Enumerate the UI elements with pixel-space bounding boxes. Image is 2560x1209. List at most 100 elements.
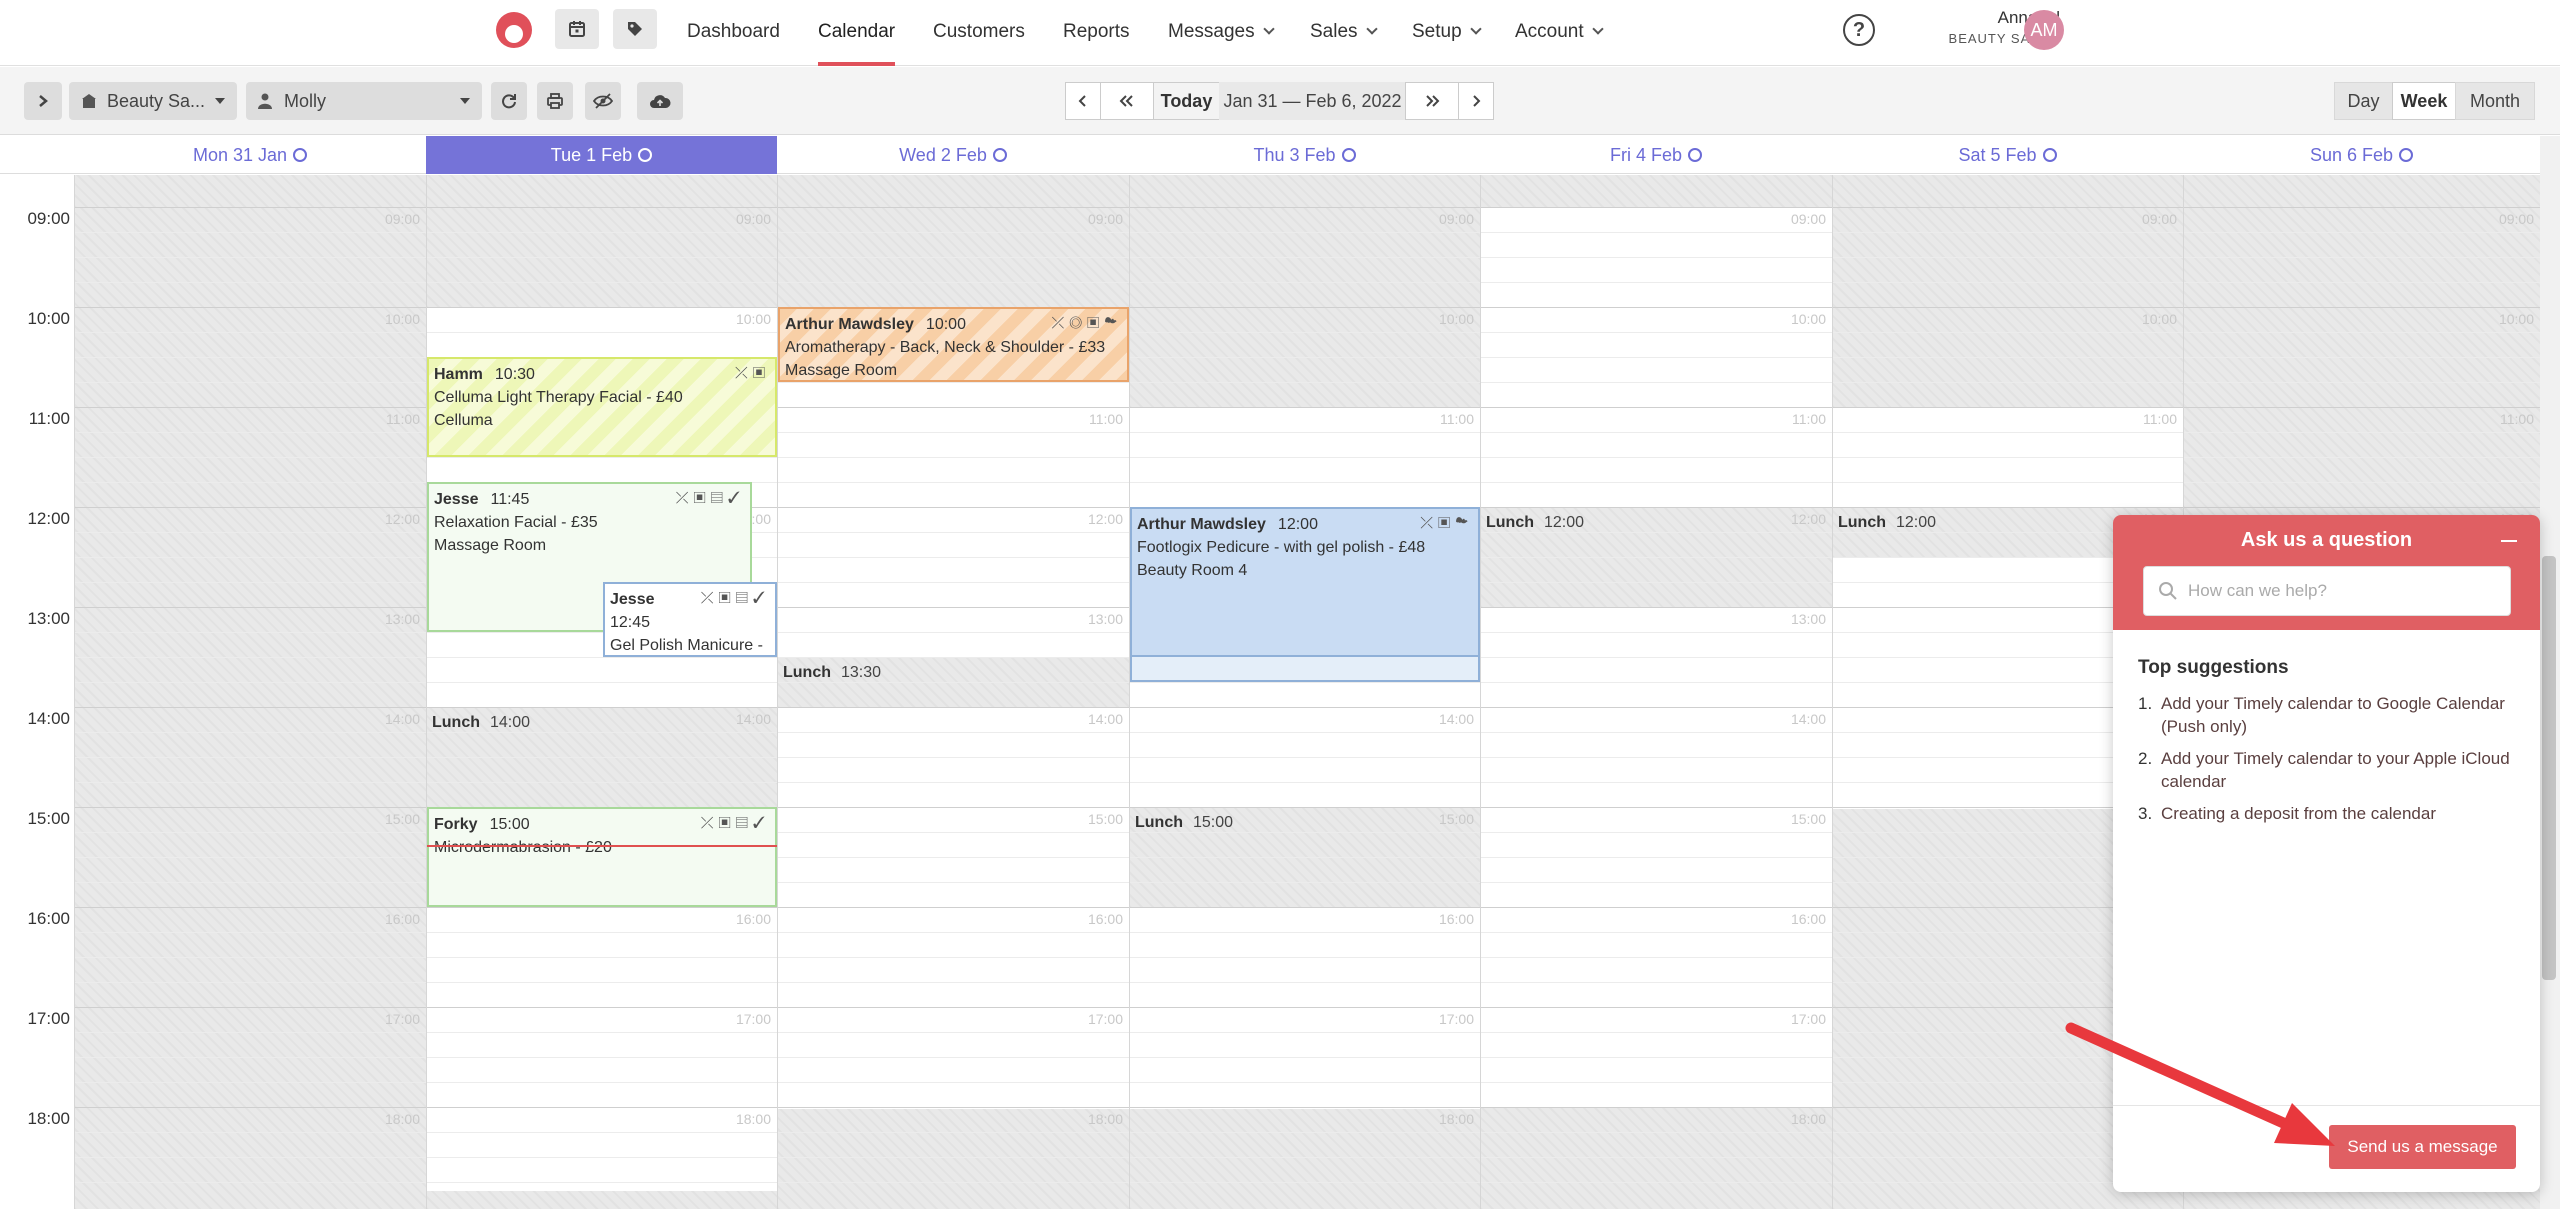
briefcase-icon: ▣ [718,815,736,832]
scrollbar-thumb[interactable] [2542,556,2556,980]
cloud-sync-button[interactable] [637,82,683,120]
hour-line [74,307,2540,308]
next-week-button[interactable] [1405,82,1459,120]
status-icons: ⤫▣ [735,362,770,385]
cell-time-hint: 12:00 [1087,511,1123,527]
view-week-button[interactable]: Week [2392,82,2456,120]
lunch-label[interactable]: Lunch 15:00 [1131,809,1237,837]
clock-icon[interactable] [992,148,1007,162]
view-day-button[interactable]: Day [2334,82,2393,120]
minimize-icon[interactable] [2501,540,2517,542]
clock-icon[interactable] [2042,148,2057,162]
help-search-box[interactable] [2143,566,2511,616]
refresh-icon [502,94,516,109]
print-button[interactable] [537,82,573,120]
nav-customers[interactable]: Customers [933,0,1025,66]
day-header-wed[interactable]: Wed 2 Feb [777,136,1129,174]
time-label: 09:00 [27,209,70,228]
suggestion-link[interactable]: Add your Timely calendar to your Apple i… [2161,747,2518,793]
timely-logo[interactable] [496,12,532,48]
no-reminder-icon: ⤫ [700,590,719,607]
no-reminder-icon: ⤫ [675,490,694,507]
prev-day-button[interactable] [1065,82,1101,120]
day-header-mon[interactable]: Mon 31 Jan [74,136,426,174]
appointment-buffer[interactable] [1130,657,1480,682]
chevron-down-icon [1469,23,1482,35]
nav-dashboard[interactable]: Dashboard [687,0,780,66]
location-select[interactable]: Beauty Sa... [69,82,237,120]
clock-icon[interactable] [2399,148,2414,162]
clock-icon[interactable] [1341,148,1356,162]
day-header-fri[interactable]: Fri 4 Feb [1480,136,1832,174]
lunch-label[interactable]: Lunch 14:00 [428,709,534,737]
day-header-label: Fri 4 Feb [1609,145,1683,165]
cell-time-hint: 14:00 [735,711,771,727]
suggestion-item[interactable]: 2. Add your Timely calendar to your Apple… [2138,747,2518,793]
clock-icon[interactable] [638,148,653,162]
view-month-button[interactable]: Month [2455,82,2535,120]
today-button[interactable]: Today [1153,82,1220,120]
cell-time-hint: 17:00 [1790,1011,1826,1027]
appointment-card[interactable]: Arthur Mawdsley 10:00 Aromatherapy - Back… [778,307,1129,382]
nav-calendar[interactable]: Calendar [818,0,896,66]
appointment-card[interactable]: Hamm 10:30 Celluma Light Therapy Facial -… [427,357,777,457]
visibility-toggle-button[interactable] [585,82,621,120]
day-header-sun[interactable]: Sun 6 Feb [2183,136,2540,174]
cell-time-hint: 11:00 [1440,411,1474,427]
nav-account-label: Account [1515,21,1584,42]
help-search-input[interactable] [2188,581,2488,601]
time-label: 15:00 [27,809,70,828]
nav-setup[interactable]: Setup [1412,0,1482,66]
nav-sales[interactable]: Sales [1310,0,1378,66]
appointment-service: Footlogix Pedicure - with gel polish - £… [1137,539,1426,556]
day-divider [1480,175,1481,1209]
cell-time-hint: 18:00 [384,1111,420,1127]
tag-icon [628,22,642,36]
suggestion-item[interactable]: 1. Add your Timely calendar to Google Cal… [2138,692,2518,738]
nav-account[interactable]: Account [1515,0,1604,66]
date-range-label[interactable]: Jan 31 — Feb 6, 2022 [1219,82,1406,120]
appointment-card[interactable]: Arthur Mawdsley 12:00 Footlogix Pedicure … [1130,507,1480,657]
suggestion-link[interactable]: Creating a deposit from the calendar [2161,802,2518,825]
cell-time-hint: 16:00 [1087,911,1123,927]
quarter-line [74,332,2540,333]
prev-week-button[interactable] [1100,82,1154,120]
clock-icon[interactable] [1688,148,1703,162]
suggestion-item[interactable]: 3. Creating a deposit from the calendar [2138,802,2518,825]
day-header-tue[interactable]: Tue 1 Feb [426,136,777,174]
lunch-label[interactable]: Lunch 12:00 [1834,509,1940,537]
nav-messages[interactable]: Messages [1168,0,1275,66]
cell-time-hint: 13:00 [1790,611,1826,627]
day-header-sat[interactable]: Sat 5 Feb [1832,136,2183,174]
cell-time-hint: 14:00 [1438,711,1474,727]
appointment-time: 11:45 [490,491,530,508]
appointment-card[interactable]: Jesse 12:45 Gel Polish Manicure - ⤫▣▤✓ [603,582,777,657]
next-day-button[interactable] [1458,82,1494,120]
day-header-label: Sat 5 Feb [1958,145,2037,165]
briefcase-icon: ▣ [693,490,711,507]
clock-icon[interactable] [293,148,308,162]
calendar-toolbar: Beauty Sa... Molly Today Jan 31 — Feb 6,… [0,67,2560,135]
time-label: 10:00 [27,309,70,328]
lunch-label[interactable]: Lunch 12:00 [1482,509,1588,537]
briefcase-icon: ▣ [1438,515,1456,532]
refresh-button[interactable] [491,82,527,120]
cell-time-hint: 16:00 [735,911,771,927]
expand-sidebar-button[interactable] [24,82,62,120]
cell-time-hint: 09:00 [1438,211,1474,227]
day-header-thu[interactable]: Thu 3 Feb [1129,136,1480,174]
sale-quick-button[interactable] [613,9,657,49]
status-icons: ⤫▣☁ [1420,512,1473,535]
suggestion-link[interactable]: Add your Timely calendar to Google Calen… [2161,692,2518,738]
lunch-title: Lunch [1135,814,1183,831]
lunch-title: Lunch [783,664,831,681]
staff-select[interactable]: Molly [246,82,482,120]
lunch-label[interactable]: Lunch 13:30 [779,659,885,687]
top-nav: Dashboard Calendar Customers Reports Mes… [0,0,2560,66]
send-message-button[interactable]: Send us a message [2329,1125,2516,1169]
appointment-customer: Jesse [434,491,479,508]
avatar[interactable]: AM [2024,10,2064,50]
calendar-quick-button[interactable] [555,9,599,49]
appointment-card[interactable]: Forky 15:00 Microdermabrasion - £20 ⤫▣▤✓ [427,807,777,907]
nav-reports[interactable]: Reports [1063,0,1130,66]
